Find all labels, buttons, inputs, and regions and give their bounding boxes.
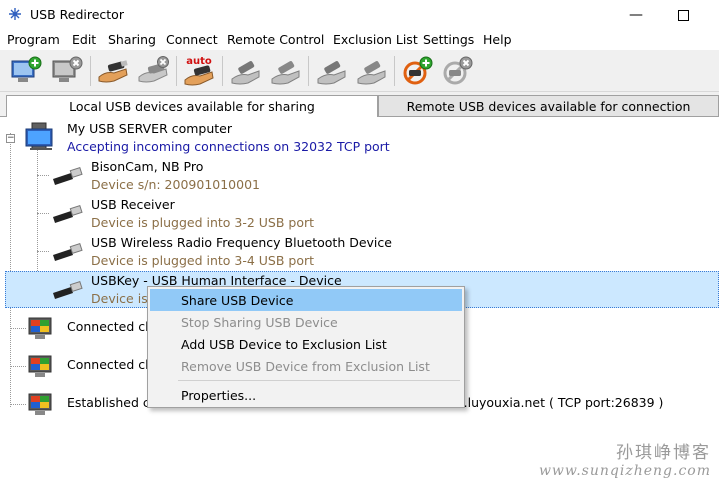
- client-label: Connected cli: [67, 319, 153, 334]
- usb-plug-icon: [53, 166, 83, 185]
- context-menu: Share USB Device Stop Sharing USB Device…: [147, 286, 465, 408]
- server-status: Accepting incoming connections on 32032 …: [67, 139, 390, 154]
- connect-device-button[interactable]: [226, 53, 264, 89]
- ctx-add-to-exclusion-list[interactable]: Add USB Device to Exclusion List: [150, 333, 462, 355]
- usb-plug-icon: [53, 204, 83, 223]
- tab-local-devices[interactable]: Local USB devices available for sharing: [6, 95, 378, 117]
- client-label: Established ca: [67, 395, 158, 410]
- usb-redirector-app-icon: [9, 8, 21, 20]
- client-computer-icon: [28, 317, 52, 339]
- connect-device-icon: [231, 61, 260, 85]
- tab-local-label: Local USB devices available for sharing: [69, 99, 315, 114]
- toolbar: auto: [0, 50, 719, 92]
- connect-remote-button[interactable]: [312, 53, 350, 89]
- collapse-toggle[interactable]: −: [6, 134, 15, 143]
- menu-connect[interactable]: Connect: [166, 32, 218, 47]
- device-name: USB Receiver: [91, 197, 175, 212]
- add-exclusion-icon: [403, 56, 433, 85]
- menu-exclusion-list[interactable]: Exclusion List: [333, 32, 418, 47]
- ctx-stop-sharing-usb-device: Stop Sharing USB Device: [150, 311, 462, 333]
- unshare-device-button[interactable]: [134, 53, 172, 89]
- window-title: USB Redirector: [30, 7, 124, 22]
- ctx-item-label: Add USB Device to Exclusion List: [181, 336, 387, 352]
- usb-plug-icon: [53, 242, 83, 261]
- unshare-device-icon: [138, 56, 169, 83]
- disconnect-device-icon: [271, 61, 300, 85]
- remove-server-button[interactable]: [48, 53, 86, 89]
- menu-bar: Program Edit Sharing Connect Remote Cont…: [0, 30, 719, 50]
- client-label: Connected cli: [67, 357, 153, 372]
- ctx-separator: [178, 380, 460, 381]
- menu-help[interactable]: Help: [483, 32, 512, 47]
- share-device-button[interactable]: [94, 53, 132, 89]
- device-detail: Device is plugged into 3-4 USB port: [91, 253, 315, 268]
- server-title: My USB SERVER computer: [67, 121, 233, 136]
- ctx-item-label: Stop Sharing USB Device: [181, 314, 338, 330]
- ctx-properties[interactable]: Properties...: [150, 384, 462, 406]
- maximize-icon: [677, 9, 689, 21]
- remove-server-icon: [52, 56, 83, 82]
- ctx-item-label: Share USB Device: [181, 292, 294, 308]
- tab-strip: Local USB devices available for sharing …: [0, 92, 719, 117]
- maximize-button[interactable]: [660, 0, 706, 30]
- menu-edit[interactable]: Edit: [72, 32, 96, 47]
- tab-remote-devices[interactable]: Remote USB devices available for connect…: [378, 95, 719, 116]
- add-exclusion-button[interactable]: [398, 53, 436, 89]
- device-name: BisonCam, NB Pro: [91, 159, 204, 174]
- menu-settings[interactable]: Settings: [423, 32, 474, 47]
- auto-share-button[interactable]: auto: [180, 53, 218, 89]
- tab-remote-label: Remote USB devices available for connect…: [406, 98, 691, 114]
- share-device-icon: [98, 60, 128, 83]
- disconnect-remote-button[interactable]: [352, 53, 390, 89]
- disconnect-remote-icon: [357, 61, 386, 85]
- auto-share-icon: auto: [184, 56, 214, 86]
- usb-plug-icon: [53, 280, 83, 299]
- connect-remote-icon: [317, 61, 346, 85]
- minimize-button[interactable]: —: [613, 0, 659, 30]
- add-server-icon: [11, 56, 42, 82]
- auto-label: auto: [186, 56, 212, 67]
- client-computer-icon: [28, 393, 52, 415]
- ctx-item-label: Remove USB Device from Exclusion List: [181, 358, 430, 374]
- title-bar: USB Redirector —: [0, 0, 719, 30]
- ctx-share-usb-device[interactable]: Share USB Device: [150, 289, 462, 311]
- add-server-button[interactable]: [7, 53, 45, 89]
- client-computer-icon: [28, 355, 52, 377]
- disconnect-device-button[interactable]: [266, 53, 304, 89]
- menu-sharing[interactable]: Sharing: [108, 32, 156, 47]
- device-detail: Device is: [91, 291, 148, 306]
- client-label-tail: e1.luyouxia.net ( TCP port:26839 ): [448, 395, 664, 410]
- menu-remote-control[interactable]: Remote Control: [227, 32, 324, 47]
- remove-exclusion-icon: [443, 56, 473, 85]
- device-name: USB Wireless Radio Frequency Bluetooth D…: [91, 235, 392, 250]
- server-computer-icon: [25, 122, 53, 150]
- remove-exclusion-button[interactable]: [438, 53, 476, 89]
- menu-program[interactable]: Program: [7, 32, 60, 47]
- ctx-item-label: Properties...: [181, 387, 257, 403]
- watermark-url: www.sunqizheng.com: [538, 463, 711, 479]
- minimize-icon: —: [629, 7, 643, 23]
- watermark-chinese: 孙琪峥博客: [616, 443, 711, 463]
- ctx-remove-from-exclusion-list: Remove USB Device from Exclusion List: [150, 355, 462, 377]
- watermark: 孙琪峥博客 www.sunqizheng.com: [539, 438, 711, 479]
- device-detail: Device is plugged into 3-2 USB port: [91, 215, 315, 230]
- device-detail: Device s/n: 200901010001: [91, 177, 260, 192]
